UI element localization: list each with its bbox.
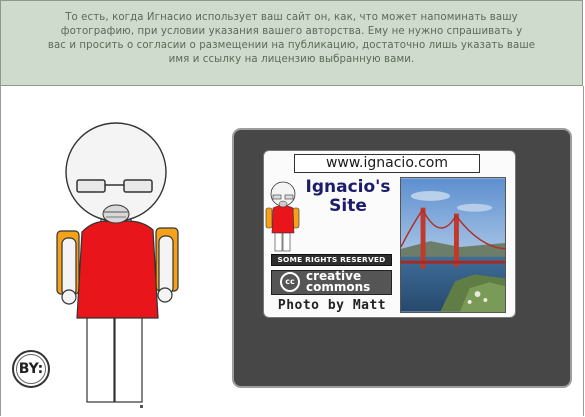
mini-person-icon bbox=[265, 181, 300, 252]
site-title: Ignacio's Site bbox=[300, 178, 396, 216]
site-title-line-1: Ignacio's bbox=[305, 177, 391, 197]
cc-icon: cc bbox=[280, 272, 300, 292]
creative-commons-logo: cc creative commons bbox=[271, 270, 392, 295]
url-box: www.ignacio.com bbox=[294, 154, 480, 173]
rights-reserved-bar: SOME RIGHTS RESERVED bbox=[271, 254, 392, 266]
cc-by-badge: BY: bbox=[12, 350, 50, 388]
cc-word-commons: commons bbox=[306, 280, 371, 294]
cc-wordmark: creative commons bbox=[306, 270, 371, 294]
by-label: BY: bbox=[18, 361, 44, 377]
photo-credit: Photo by Matt bbox=[277, 298, 387, 313]
golden-gate-photo bbox=[400, 177, 506, 313]
divider-dot bbox=[140, 405, 143, 408]
site-title-line-2: Site bbox=[329, 196, 367, 216]
